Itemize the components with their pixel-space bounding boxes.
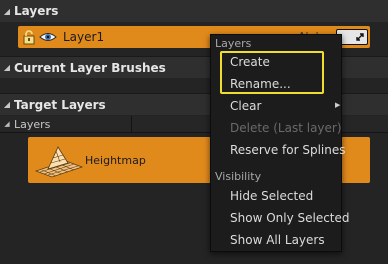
menu-section-layers: Layers	[215, 37, 252, 50]
lock-icon[interactable]	[21, 29, 37, 45]
menu-item-clear[interactable]: Clear	[230, 99, 261, 113]
heightmap-terrain-icon	[34, 146, 84, 178]
collapse-arrow-icon[interactable]: ◢	[0, 100, 14, 109]
drag-handle-icon[interactable]	[355, 32, 365, 42]
menu-item-hide-selected[interactable]: Hide Selected	[230, 189, 313, 203]
menu-item-delete-last-layer: Delete (Last layer)	[230, 121, 342, 135]
menu-item-show-all-layers[interactable]: Show All Layers	[230, 233, 325, 247]
target-layers-section-title: Target Layers	[14, 97, 106, 112]
layers-section-title: Layers	[14, 4, 59, 18]
collapse-arrow-icon[interactable]: ◢	[0, 7, 14, 16]
layers-section-header[interactable]: ◢ Layers	[0, 0, 388, 22]
menu-item-show-only-selected[interactable]: Show Only Selected	[230, 211, 350, 225]
eye-icon[interactable]	[39, 30, 57, 44]
collapse-arrow-icon[interactable]: ◢	[0, 120, 14, 128]
menu-item-rename[interactable]: Rename...	[230, 77, 291, 91]
sub-layers-title: Layers	[14, 117, 51, 131]
submenu-arrow-icon: ▶	[335, 101, 341, 109]
layer-name: Layer1	[63, 30, 105, 44]
menu-section-visibility: Visibility	[215, 170, 262, 183]
column-divider	[131, 116, 132, 133]
menu-item-create[interactable]: Create	[230, 55, 270, 69]
menu-item-reserve-for-splines[interactable]: Reserve for Splines	[230, 143, 346, 157]
layers-context-menu: Layers Create Rename... Clear ▶ Delete (…	[210, 34, 350, 252]
heightmap-label: Heightmap	[85, 154, 146, 167]
collapse-arrow-icon[interactable]: ◢	[0, 63, 14, 72]
brushes-section-title: Current Layer Brushes	[14, 60, 166, 75]
